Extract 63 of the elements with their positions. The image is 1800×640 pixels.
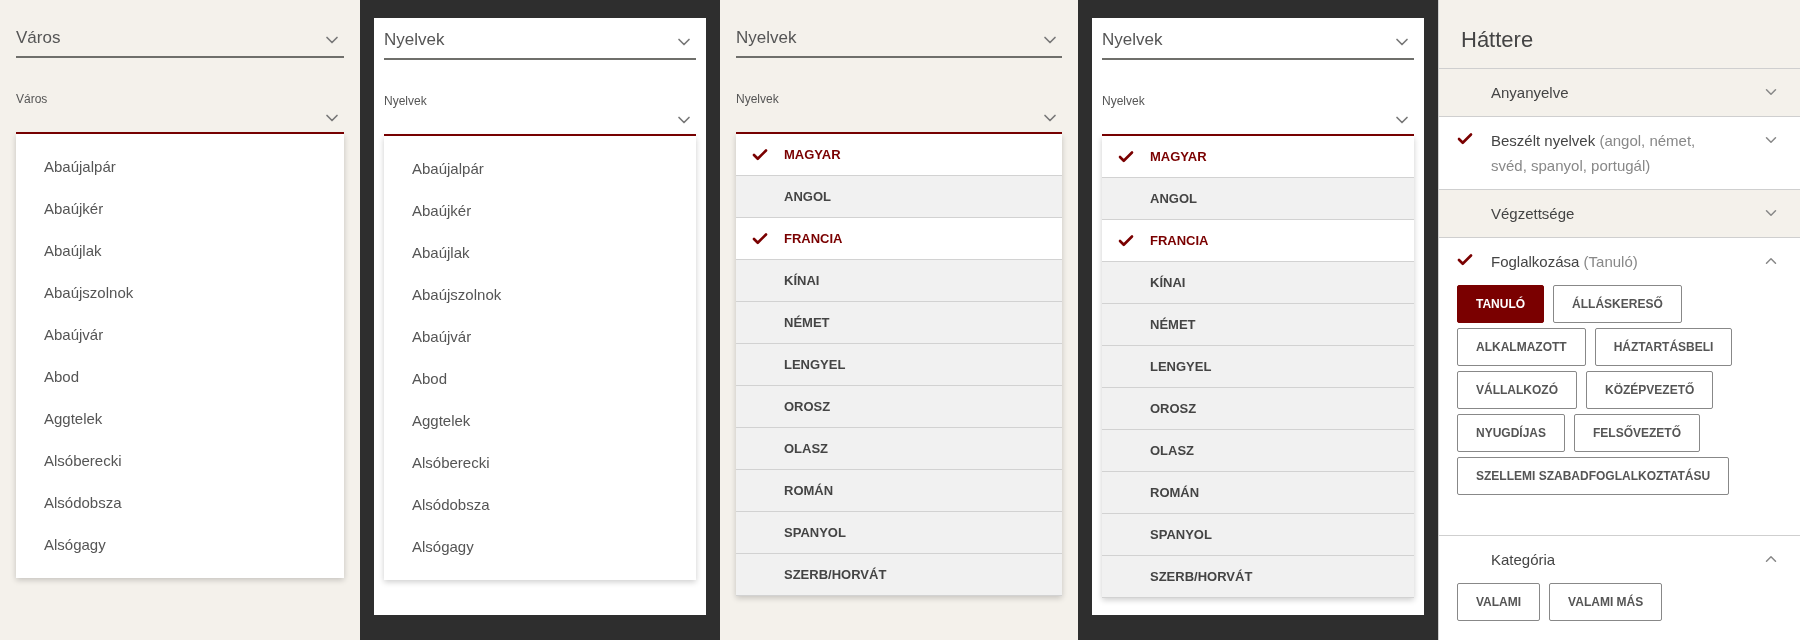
menu-option[interactable]: Abaújvár — [16, 314, 344, 356]
menu-option[interactable]: LENGYEL — [736, 344, 1062, 386]
menu-option[interactable]: KÍNAI — [736, 260, 1062, 302]
menu-option[interactable]: Alsógagy — [16, 524, 344, 566]
option-chip[interactable]: KÖZÉPVEZETŐ — [1586, 371, 1714, 409]
menu-option[interactable]: ROMÁN — [736, 470, 1062, 512]
menu-option[interactable]: Abaújalpár — [384, 148, 696, 190]
menu-option[interactable]: ANGOL — [736, 176, 1062, 218]
menu-option[interactable]: Alsóberecki — [16, 440, 344, 482]
select-field[interactable]: Nyelvek — [1102, 22, 1414, 60]
menu-option[interactable]: SZERB/HORVÁT — [1102, 556, 1414, 598]
section-title[interactable]: Anyanyelve — [1491, 80, 1762, 105]
select-field[interactable]: Nyelvek — [736, 20, 1062, 58]
menu-option[interactable]: Alsóberecki — [384, 442, 696, 484]
section-title[interactable]: Foglalkozása (Tanuló) — [1491, 249, 1762, 274]
menu-option[interactable]: Alsódobsza — [384, 484, 696, 526]
menu-option[interactable]: KÍNAI — [1102, 262, 1414, 304]
menu-option[interactable]: MAGYAR — [736, 134, 1062, 176]
option-chip[interactable]: ÁLLÁSKERESŐ — [1553, 285, 1682, 323]
option-chip[interactable]: VÁLLALKOZÓ — [1457, 371, 1577, 409]
menu-option[interactable]: Aggtelek — [16, 398, 344, 440]
menu-option[interactable]: Alsógagy — [384, 526, 696, 568]
menu-option[interactable]: OLASZ — [736, 428, 1062, 470]
menu-option[interactable]: Abaújvár — [384, 316, 696, 358]
option-chip[interactable]: FELSŐVEZETŐ — [1574, 414, 1701, 452]
menu-option[interactable]: FRANCIA — [1102, 220, 1414, 262]
menu-option[interactable]: Abod — [16, 356, 344, 398]
menu-option[interactable]: ROMÁN — [1102, 472, 1414, 514]
section-title[interactable]: Kategória — [1491, 547, 1762, 572]
option-chip[interactable]: NYUGDÍJAS — [1457, 414, 1565, 452]
menu-option[interactable]: SPANYOL — [1102, 514, 1414, 556]
menu-option[interactable]: LENGYEL — [1102, 346, 1414, 388]
sidebar-title: Háttere — [1460, 26, 1535, 54]
menu-option[interactable]: NÉMET — [736, 302, 1062, 344]
menu-option[interactable]: OROSZ — [1102, 388, 1414, 430]
option-chip[interactable]: TANULÓ — [1457, 285, 1545, 323]
menu-option[interactable]: NÉMET — [1102, 304, 1414, 346]
menu-option[interactable]: ANGOL — [1102, 178, 1414, 220]
option-chip[interactable]: ALKALMAZOTT — [1457, 328, 1586, 366]
menu-option[interactable]: OROSZ — [736, 386, 1062, 428]
menu-option[interactable]: FRANCIA — [736, 218, 1062, 260]
option-chip[interactable]: SZELLEMI SZABADFOGLALKOZTATÁSU — [1457, 457, 1730, 495]
option-chip[interactable]: VALAMI MÁS — [1549, 583, 1663, 621]
menu-option[interactable]: Abaújkér — [16, 188, 344, 230]
section-title[interactable]: Beszélt nyelvek (angol, német, svéd, spanyol, portugál) — [1491, 128, 1762, 178]
menu-option[interactable]: Abaújlak — [16, 230, 344, 272]
menu-option[interactable]: Abod — [384, 358, 696, 400]
option-chip[interactable]: HÁZTARTÁSBELI — [1594, 328, 1733, 366]
menu-option[interactable]: Abaújlak — [384, 232, 696, 274]
menu-option[interactable]: Abaújszolnok — [16, 272, 344, 314]
menu-option[interactable]: SZERB/HORVÁT — [736, 554, 1062, 596]
select-field[interactable]: Nyelvek — [384, 22, 696, 60]
menu-option[interactable]: OLASZ — [1102, 430, 1414, 472]
menu-option[interactable]: Abaújkér — [384, 190, 696, 232]
select-field[interactable]: Város — [16, 20, 344, 58]
section-title[interactable]: Végzettsége — [1491, 201, 1762, 226]
menu-option[interactable]: Aggtelek — [384, 400, 696, 442]
menu-option[interactable]: Abaújalpár — [16, 146, 344, 188]
menu-option[interactable]: Abaújszolnok — [384, 274, 696, 316]
menu-option[interactable]: SPANYOL — [736, 512, 1062, 554]
menu-option[interactable]: Alsódobsza — [16, 482, 344, 524]
option-chip[interactable]: VALAMI — [1457, 583, 1541, 621]
menu-option[interactable]: MAGYAR — [1102, 136, 1414, 178]
